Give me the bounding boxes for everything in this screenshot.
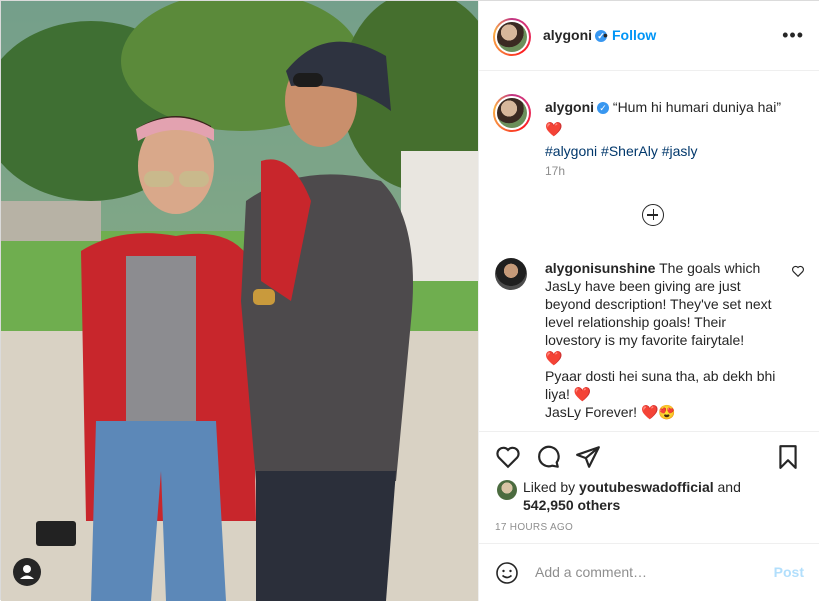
heart-icon[interactable] (495, 444, 521, 470)
likes-count[interactable]: 542,950 others (523, 497, 620, 513)
author-avatar[interactable] (493, 18, 531, 56)
caption-author[interactable]: alygoni (545, 99, 594, 115)
user-tag-icon[interactable] (13, 558, 41, 586)
verified-icon: ✓ (597, 102, 610, 115)
person-glyph (20, 565, 34, 579)
comment-icon[interactable] (535, 444, 561, 470)
author-username[interactable]: alygoni ✓ (543, 27, 608, 43)
emoji-icon[interactable] (495, 561, 519, 585)
follow-button[interactable]: Follow (612, 27, 656, 43)
author-name-text[interactable]: alygoni (543, 27, 592, 43)
comment-text-block: alygonisunshine The goals which JasLy ha… (545, 259, 785, 421)
add-comment-bar: Post (479, 543, 819, 601)
comment-heart-1: ❤️ (545, 350, 563, 366)
post-actions: Liked by youtubeswadofficial and 542,950… (479, 431, 819, 542)
caption-hashtags[interactable]: #alygoni #SherAly #jasly (545, 143, 698, 159)
post-dialog: alygoni ✓ • Follow ••• alygoni ✓ “Hum hi h… (0, 0, 819, 601)
liked-by-avatar[interactable] (497, 480, 517, 500)
commenter-avatar[interactable] (495, 258, 527, 290)
comment-heart-2: ❤️ (573, 386, 592, 402)
post-comment-button[interactable]: Post (774, 564, 804, 580)
post-side-panel: alygoni ✓ • Follow ••• alygoni ✓ “Hum hi h… (478, 1, 819, 601)
post-photo[interactable] (1, 1, 478, 601)
caption: alygoni ✓ “Hum hi humari duniya hai” ❤️ #… (545, 96, 805, 162)
comment-heart-icon[interactable] (791, 264, 805, 278)
comment-emoji-3: ❤️😍 (640, 404, 676, 420)
caption-text: “Hum hi humari duniya hai” (612, 99, 781, 115)
commenter-username[interactable]: alygonisunshine (545, 260, 655, 276)
caption-time: 17h (545, 164, 566, 178)
liked-by-user[interactable]: youtubeswadofficial (579, 479, 714, 495)
more-icon[interactable]: ••• (782, 25, 804, 46)
caption-avatar[interactable] (493, 94, 531, 132)
share-icon[interactable] (575, 444, 601, 470)
comment-input[interactable] (535, 560, 755, 584)
load-more-icon[interactable] (642, 204, 664, 226)
liked-by-prefix: Liked by (523, 479, 576, 495)
caption-heart-emoji: ❤️ (545, 121, 563, 137)
bookmark-icon[interactable] (775, 444, 801, 470)
liked-by-and: and (717, 479, 741, 495)
comment-text-3: JasLy Forever! (545, 404, 638, 420)
liked-by-text: Liked by youtubeswadofficial and 542,950… (523, 478, 783, 514)
separator-dot: • (603, 27, 608, 43)
post-image (1, 1, 478, 601)
post-header: alygoni ✓ • Follow ••• (479, 1, 819, 71)
post-time: 17 HOURS AGO (495, 522, 574, 533)
